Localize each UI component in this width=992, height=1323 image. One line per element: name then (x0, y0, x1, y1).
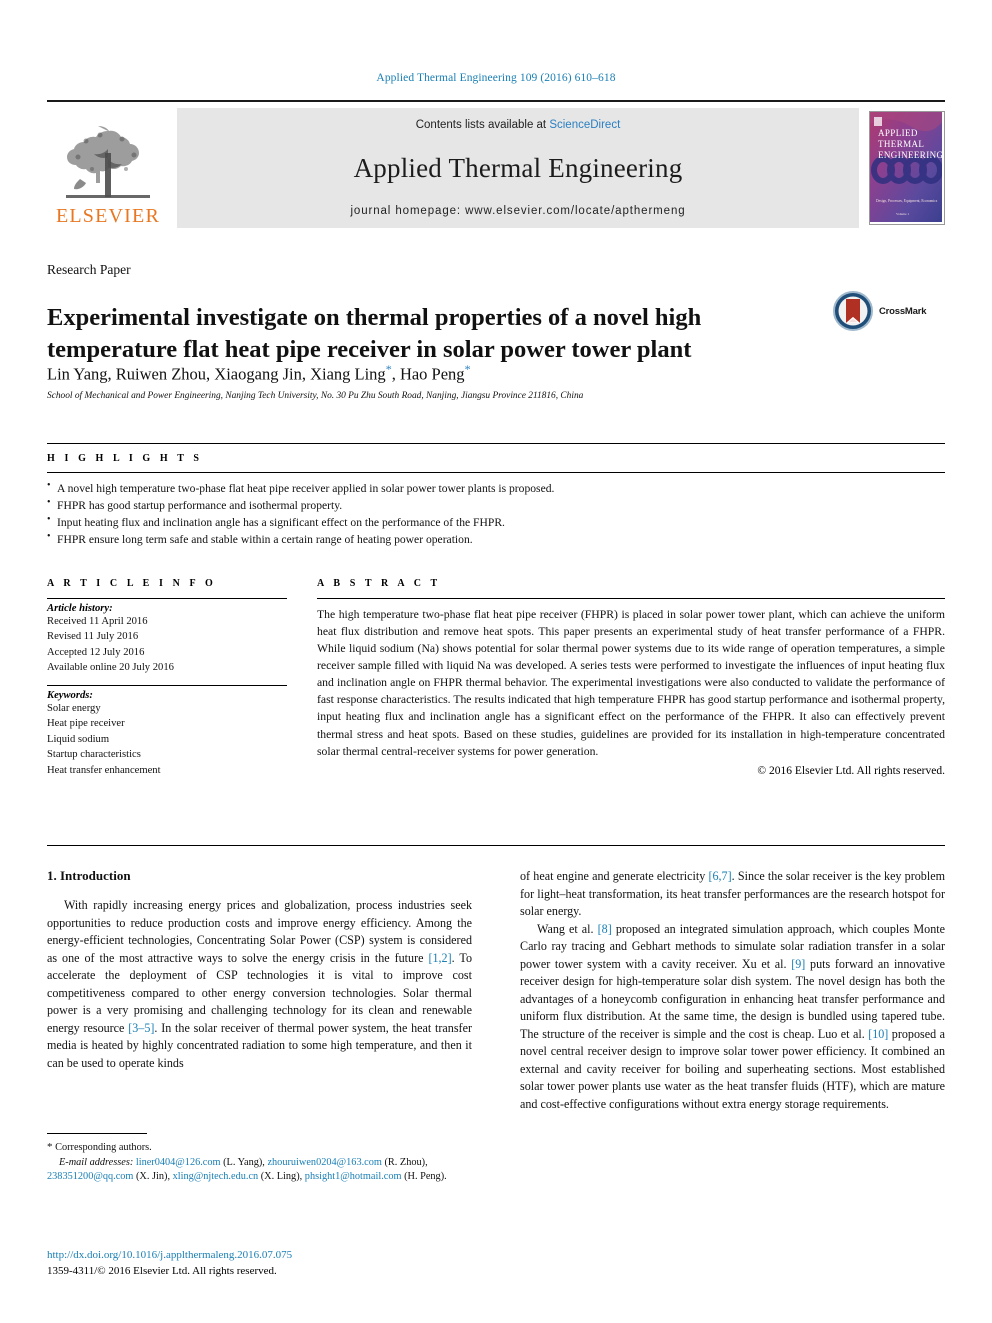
svg-text:Volume 1: Volume 1 (896, 212, 909, 216)
abstract-column: A B S T R A C T The high temperature two… (317, 578, 945, 778)
citation-ref[interactable]: [10] (868, 1027, 888, 1041)
asterisk-icon: * (47, 1141, 53, 1153)
list-item: Input heating flux and inclination angle… (47, 513, 945, 531)
history-revised: Revised 11 July 2016 (47, 631, 139, 643)
abstract-heading: A B S T R A C T (317, 578, 441, 589)
page-title: Experimental investigate on thermal prop… (47, 304, 702, 364)
affiliation: School of Mechanical and Power Engineeri… (47, 391, 584, 401)
svg-text:THERMAL: THERMAL (878, 139, 924, 149)
right-text-c: Wang et al. (537, 921, 598, 936)
contents-prefix: Contents lists available at (415, 119, 550, 131)
intro-paragraph-right-2: Wang et al. [8] proposed an integrated s… (520, 921, 945, 1114)
elsevier-logo: ELSEVIER (47, 108, 169, 228)
article-page: Applied Thermal Engineering 109 (2016) 6… (0, 0, 992, 1323)
email-owner: (R. Zhou), (384, 1156, 428, 1168)
corresponding-marker-2: * (464, 362, 471, 376)
issn-copyright-line: 1359-4311/© 2016 Elsevier Ltd. All right… (47, 1264, 277, 1277)
corresponding-text: Corresponding authors. (55, 1142, 152, 1153)
list-item: FHPR has good startup performance and is… (47, 496, 945, 514)
highlights-divider (47, 472, 945, 473)
email-owner: (X. Jin), (136, 1171, 171, 1183)
intro-paragraph-left: With rapidly increasing energy prices an… (47, 897, 472, 1072)
highlights-list: A novel high temperature two-phase flat … (47, 479, 945, 548)
doi-link[interactable]: http://dx.doi.org/10.1016/j.applthermale… (47, 1248, 477, 1264)
list-item: A novel high temperature two-phase flat … (47, 479, 945, 497)
abstract-divider (317, 598, 945, 599)
email-link[interactable]: liner0404@126.com (136, 1157, 221, 1168)
doi-block: http://dx.doi.org/10.1016/j.applthermale… (47, 1248, 477, 1280)
citation-ref[interactable]: [8] (598, 922, 612, 936)
crossmark-icon (833, 291, 873, 331)
keyword-item: Solar energy (47, 702, 101, 714)
highlights-heading: H I G H L I G H T S (47, 453, 203, 464)
masthead-center-block: Contents lists available at ScienceDirec… (177, 108, 859, 228)
list-item: FHPR ensure long term safe and stable wi… (47, 530, 945, 548)
citation-ref[interactable]: [3–5] (128, 1021, 154, 1035)
journal-cover-art: APPLIED THERMAL ENGINEERING Design, Proc… (870, 112, 943, 222)
history-received: Received 11 April 2016 (47, 616, 148, 627)
abstract-copyright: © 2016 Elsevier Ltd. All rights reserved… (757, 764, 945, 777)
elsevier-tree-icon (66, 126, 150, 198)
keywords-label: Keywords: (47, 689, 93, 701)
keyword-item: Liquid sodium (47, 733, 110, 745)
citation-ref[interactable]: [1,2] (428, 951, 451, 965)
svg-text:APPLIED: APPLIED (878, 128, 918, 138)
article-type: Research Paper (47, 262, 131, 277)
email-owner: (L. Yang), (223, 1156, 265, 1168)
citation-ref[interactable]: [9] (791, 957, 805, 971)
authors-tail: , Hao Peng (391, 364, 465, 384)
crossmark-label: CrossMark (879, 305, 927, 317)
article-info-column: A R T I C L E I N F O Article history: R… (47, 578, 287, 778)
citation-ref[interactable]: [6,7] (708, 869, 731, 883)
article-info-heading: A R T I C L E I N F O (47, 578, 217, 589)
email-owner: (H. Peng). (404, 1171, 447, 1183)
email-owner: (X. Ling), (260, 1171, 303, 1183)
email-link[interactable]: zhouruiwen0204@163.com (267, 1157, 381, 1168)
body-column-right: of heat engine and generate electricity … (520, 868, 945, 1113)
history-accepted: Accepted 12 July 2016 (47, 646, 145, 658)
corresponding-authors-note: * Corresponding authors. (47, 1140, 472, 1156)
keywords-divider (47, 684, 287, 686)
footnote-block: * Corresponding authors. E-mail addresse… (47, 1140, 472, 1185)
journal-masthead: ELSEVIER Contents lists available at Sci… (47, 100, 945, 228)
email-link[interactable]: xling@njtech.edu.cn (173, 1171, 259, 1182)
keyword-item: Heat pipe receiver (47, 718, 125, 730)
keyword-item: Heat transfer enhancement (47, 764, 161, 776)
body-top-divider (47, 845, 945, 846)
authors-main: Lin Yang, Ruiwen Zhou, Xiaogang Jin, Xia… (47, 364, 386, 384)
elsevier-wordmark: ELSEVIER (55, 205, 161, 227)
running-head: Applied Thermal Engineering 109 (2016) 6… (376, 72, 616, 84)
intro-paragraph-right-1: of heat engine and generate electricity … (520, 868, 945, 921)
section-heading-introduction: 1. Introduction (47, 868, 131, 883)
crossmark-badge[interactable]: CrossMark (833, 288, 943, 334)
abstract-body: The high temperature two-phase flat heat… (317, 608, 945, 758)
article-history-label: Article history: (47, 603, 113, 614)
journal-cover-thumbnail[interactable]: APPLIED THERMAL ENGINEERING Design, Proc… (869, 111, 945, 225)
article-info-divider (47, 598, 287, 599)
right-text-a: of heat engine and generate electricity (520, 869, 709, 883)
highlights-section: H I G H L I G H T S A novel high tempera… (47, 443, 945, 548)
journal-title: Applied Thermal Engineering (353, 152, 683, 183)
email-label: E-mail addresses: (59, 1156, 134, 1168)
journal-homepage-line[interactable]: journal homepage: www.elsevier.com/locat… (350, 205, 685, 217)
keyword-item: Startup characteristics (47, 749, 141, 761)
info-abstract-block: A R T I C L E I N F O Article history: R… (47, 578, 945, 778)
footnote-divider (47, 1133, 147, 1134)
intro-text-a: With rapidly increasing energy prices an… (47, 898, 472, 965)
author-list: Lin Yang, Ruiwen Zhou, Xiaogang Jin, Xia… (47, 362, 827, 385)
email-link[interactable]: 238351200@qq.com (47, 1171, 133, 1182)
body-columns: 1. Introduction With rapidly increasing … (47, 868, 945, 1113)
contents-lists-line: Contents lists available at ScienceDirec… (416, 119, 621, 131)
history-online: Available online 20 July 2016 (47, 662, 174, 674)
svg-text:ENGINEERING: ENGINEERING (878, 150, 942, 160)
email-addresses-note: E-mail addresses: liner0404@126.com (L. … (47, 1156, 472, 1185)
email-link[interactable]: phsight1@hotmail.com (305, 1171, 402, 1182)
sciencedirect-link[interactable]: ScienceDirect (549, 119, 620, 131)
body-column-left: 1. Introduction With rapidly increasing … (47, 868, 472, 1113)
